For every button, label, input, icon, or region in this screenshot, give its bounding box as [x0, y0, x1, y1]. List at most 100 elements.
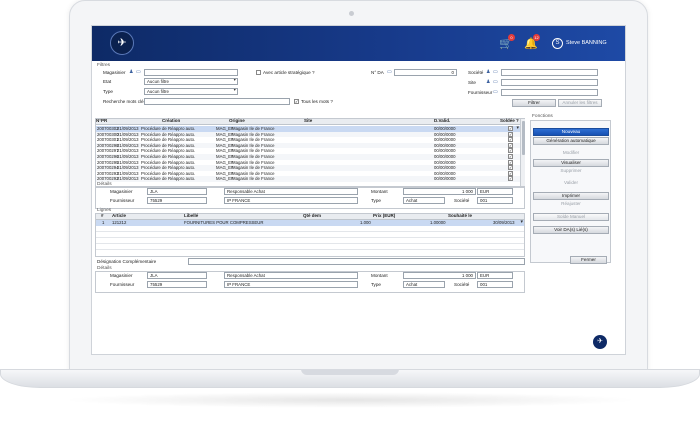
- ligne-prix: 1.00000: [430, 220, 446, 225]
- cell-creation: 21/09/2013: [117, 148, 139, 154]
- soldee-checkbox[interactable]: ✓: [508, 131, 513, 137]
- site-filter-label: Site: [468, 80, 476, 85]
- type-field[interactable]: Achat: [403, 281, 445, 288]
- lookup-icon[interactable]: ▭: [493, 69, 498, 75]
- montant-field[interactable]: 1 000: [403, 272, 476, 279]
- user-icon[interactable]: ♟: [486, 79, 490, 85]
- soldee-checkbox[interactable]: ✓: [508, 142, 513, 148]
- etat-label: Etat: [103, 79, 112, 84]
- cell-dvalid: 00/00/0000: [434, 131, 456, 137]
- user-name[interactable]: Steve BANNING: [566, 40, 607, 46]
- soldee-checkbox[interactable]: ✓: [508, 126, 513, 131]
- magasinier-name-field[interactable]: Responsable Achat: [224, 188, 358, 195]
- col-num[interactable]: #: [101, 213, 104, 219]
- col-creation[interactable]: Création: [162, 118, 180, 124]
- soldee-checkbox[interactable]: ✓: [508, 165, 513, 171]
- user-icon[interactable]: ♟: [486, 69, 490, 75]
- fournisseur-code-field[interactable]: 75529: [147, 281, 207, 288]
- montant-field[interactable]: 1 000: [403, 188, 476, 195]
- modifier-button[interactable]: Modifier: [533, 150, 609, 158]
- cell-site-name: Magasin Ile de France: [232, 131, 275, 137]
- site-filter-input[interactable]: [501, 79, 598, 86]
- fermer-button[interactable]: Fermer: [570, 256, 607, 264]
- cell-dvalid: 00/00/0000: [434, 126, 456, 131]
- cell-origine: Procédure de Réappro auto.: [141, 159, 196, 165]
- cell-origine: Procédure de Réappro auto.: [141, 126, 196, 131]
- col-site[interactable]: Site: [304, 118, 312, 124]
- cell-site-name: Magasin Ile de France: [232, 154, 275, 159]
- magasinier-code-field[interactable]: JLA: [147, 272, 207, 279]
- lookup-icon[interactable]: ▭: [136, 69, 141, 75]
- col-npr[interactable]: N°PR: [96, 118, 107, 124]
- plane-icon[interactable]: ✈: [110, 31, 134, 55]
- article-strategique-checkbox[interactable]: [256, 70, 261, 75]
- user-icon[interactable]: ♟: [129, 69, 133, 75]
- lookup-icon[interactable]: ▭: [493, 79, 498, 85]
- societe-label: Société: [454, 282, 470, 287]
- plane-icon[interactable]: ✈: [593, 335, 607, 349]
- soldee-checkbox[interactable]: ✓: [508, 170, 513, 176]
- supprimer-button[interactable]: Supprimer: [533, 168, 609, 176]
- devise-field[interactable]: EUR: [477, 272, 513, 279]
- cell-creation: 21/09/2013: [117, 142, 139, 148]
- col-dvalid[interactable]: D.Valid.: [434, 118, 450, 124]
- generation-automatique-button[interactable]: Génération automatique: [533, 137, 609, 145]
- etat-select[interactable]: Aucun filtre: [144, 78, 238, 85]
- cell-creation: 21/09/2013: [117, 137, 139, 143]
- valider-button[interactable]: Valider: [533, 180, 609, 188]
- magasinier-label: Magasinier: [110, 273, 133, 278]
- col-prix[interactable]: Prix (EUR): [373, 213, 395, 219]
- visualiser-button[interactable]: Visualiser: [533, 159, 609, 167]
- societe-field[interactable]: 001: [477, 281, 513, 288]
- cell-npr: 200700302: [97, 126, 119, 131]
- col-soldee[interactable]: Soldée ?: [500, 118, 519, 124]
- tous-les-mots-checkbox[interactable]: ✓: [294, 99, 299, 104]
- laptop-notch: [301, 369, 399, 375]
- societe-label: Société: [454, 198, 470, 203]
- soldee-checkbox[interactable]: ✓: [508, 148, 513, 154]
- avatar[interactable]: S: [552, 38, 563, 49]
- ligne-qte: 1.000: [360, 220, 371, 225]
- annuler-filtres-button[interactable]: Annuler les filtres: [558, 99, 602, 107]
- filtrer-button[interactable]: Filtrer: [512, 99, 556, 107]
- col-libelle[interactable]: Libellé: [184, 213, 198, 219]
- imprimer-button[interactable]: Imprimer: [533, 192, 609, 200]
- col-souhaite[interactable]: Souhaité le: [448, 213, 472, 219]
- lookup-icon[interactable]: ▭: [493, 89, 498, 95]
- magasinier-filter-input[interactable]: [144, 69, 238, 76]
- soldee-checkbox[interactable]: ✓: [508, 176, 513, 182]
- fournisseur-name-field[interactable]: IP FRANCE: [224, 197, 358, 204]
- solde-manuel-button[interactable]: Solde Manuel: [533, 213, 609, 221]
- soldee-checkbox[interactable]: ✓: [508, 154, 513, 159]
- voir-da-lies-button[interactable]: Voir DA(s) Lié(s): [533, 226, 609, 234]
- designation-input[interactable]: [188, 258, 525, 265]
- type-filter-select[interactable]: Aucun filtre: [144, 88, 238, 95]
- devise-field[interactable]: EUR: [477, 188, 513, 195]
- col-article[interactable]: Article: [112, 213, 126, 219]
- nda-input[interactable]: 0: [394, 69, 457, 76]
- cell-npr: 200700294: [97, 165, 119, 171]
- cell-creation: 21/09/2013: [117, 131, 139, 137]
- camera-dot: [349, 11, 354, 16]
- scrollbar[interactable]: [520, 119, 525, 186]
- table-row[interactable]: [96, 219, 524, 226]
- cell-site-name: Magasin Ile de France: [232, 142, 275, 148]
- fournisseur-code-field[interactable]: 75529: [147, 197, 207, 204]
- magasinier-name-field[interactable]: Responsable Achat: [224, 272, 358, 279]
- col-origine[interactable]: Origine: [229, 118, 245, 124]
- societe-field[interactable]: 001: [477, 197, 513, 204]
- recherche-input[interactable]: [144, 98, 290, 105]
- soldee-checkbox[interactable]: ✓: [508, 159, 513, 165]
- societe-filter-input[interactable]: [501, 69, 598, 76]
- type-field[interactable]: Achat: [403, 197, 445, 204]
- table-row[interactable]: 200700292 21/09/2013 Procédure de Réappro …: [96, 176, 520, 182]
- nouveau-button[interactable]: Nouveau: [533, 128, 609, 136]
- col-qte[interactable]: Qté dem: [303, 213, 321, 219]
- lookup-icon[interactable]: ▭: [387, 69, 392, 75]
- fournisseur-filter-input[interactable]: [501, 89, 598, 96]
- filters-title: Filtres: [97, 63, 111, 68]
- fournisseur-name-field[interactable]: IP FRANCE: [224, 281, 358, 288]
- magasinier-code-field[interactable]: JLA: [147, 188, 207, 195]
- soldee-checkbox[interactable]: ✓: [508, 137, 513, 143]
- reajuster-button[interactable]: Réajuster: [533, 201, 609, 209]
